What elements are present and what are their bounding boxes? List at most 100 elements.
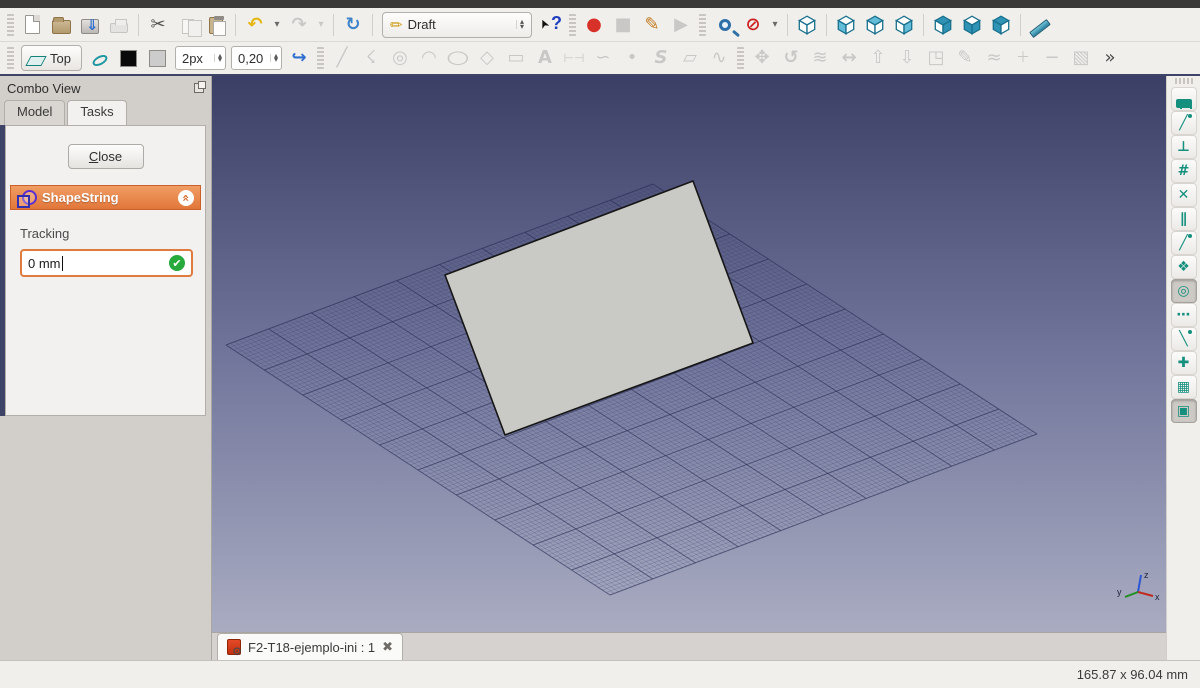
toolbar-separator [372,14,373,36]
spinner-arrows[interactable]: ▴▾ [214,54,225,63]
workbench-selector[interactable]: ✏Draft▴▾ [382,12,532,38]
toolbar-grip [7,47,14,69]
macro-record-icon[interactable]: ● [580,11,608,39]
toolbar-grip [1175,78,1193,84]
line-color-swatch[interactable] [115,44,143,72]
draft-move-icon: ✥ [748,44,776,72]
draft-wire-icon: ☇ [357,44,385,72]
print-icon [105,11,133,39]
cut-icon[interactable]: ✂ [144,11,172,39]
svg-text:x: x [1155,592,1160,602]
document-tab[interactable]: F2-T18-ejemplo-ini : 1 ✖ [217,633,403,660]
paste-icon[interactable] [202,11,230,39]
draft-ellipse-icon: ○ [444,44,472,72]
combo-view-title: Combo View [7,81,80,96]
draft-circle-icon: ◎ [386,44,414,72]
draft-trimex-icon: ↔ [835,44,863,72]
global-scale-spinner[interactable]: 0,20 ▴▾ [231,46,282,70]
snap-perpendicular-icon[interactable]: ⊥ [1171,135,1197,159]
macro-stop-icon: ■ [609,11,637,39]
view-top-icon[interactable] [861,11,889,39]
combo-arrows[interactable]: ▴▾ [516,20,527,29]
3d-viewport[interactable]: zxy [212,76,1166,632]
toolbar-separator [138,14,139,36]
global-scale-spinner-value: 0,20 [238,51,266,66]
shapestring-task-title: ShapeString [42,190,171,205]
snap-center-icon[interactable]: ◎ [1171,279,1197,303]
draw-style-icon[interactable]: ⊘ [739,11,767,39]
working-plane-icon [25,56,46,66]
close-button[interactable]: Close [68,144,144,169]
view-rear-icon[interactable] [929,11,957,39]
draft-polygon-icon: ◇ [473,44,501,72]
face-color-swatch[interactable] [144,44,172,72]
toolbar-grip [7,14,14,36]
redo-icon: ↷ [285,11,313,39]
task-panel: Close ShapeString « Tracking 0 mm ✔ [5,125,206,416]
draw-style-dropdown-icon[interactable]: ▾ [768,11,782,39]
snap-endpoint-icon[interactable]: ╱ [1171,111,1197,135]
toolbar-separator [235,14,236,36]
tracking-value: 0 mm [28,256,61,271]
fit-all-icon[interactable] [710,11,738,39]
autogroup-icon[interactable]: ↪ [285,44,313,72]
undo-icon[interactable]: ↶ [241,11,269,39]
snap-midpoint-icon[interactable]: ╱ [1171,231,1197,255]
view-front-icon[interactable] [832,11,860,39]
snap-parallel-icon[interactable]: ∥ [1171,207,1197,231]
construction-mode-icon[interactable] [86,44,114,72]
spinner-arrows[interactable]: ▴▾ [270,54,281,63]
snap-extension-icon[interactable]: ▦ [1171,375,1197,399]
draft-shape2dview-icon: ▧ [1067,44,1095,72]
draft-dimension-icon: ⊢⊣ [560,44,588,72]
draft-upgrade-icon: ⇧ [864,44,892,72]
draft-rotate-icon: ↺ [777,44,805,72]
new-file-icon[interactable] [18,11,46,39]
toolbar-overflow-icon[interactable]: » [1096,44,1124,72]
view-left-icon[interactable] [987,11,1015,39]
draft-rectangle-icon: ▭ [502,44,530,72]
open-file-icon[interactable] [47,11,75,39]
toolbar-separator [826,14,827,36]
measure-distance-icon[interactable] [1026,11,1054,39]
collapse-task-icon[interactable]: « [178,190,194,206]
view-axonometric-icon[interactable] [793,11,821,39]
snap-lock-icon[interactable] [1171,87,1197,111]
draft-facebinder-icon: ▱ [676,44,704,72]
line-width-spinner-value: 2px [182,51,210,66]
snap-dimensions-icon[interactable]: ⋯ [1171,303,1197,327]
undo-dropdown-icon[interactable]: ▾ [270,11,284,39]
view-right-icon[interactable] [890,11,918,39]
redo-dropdown-icon: ▾ [314,11,328,39]
copy-icon [173,11,201,39]
line-width-spinner[interactable]: 2px ▴▾ [175,46,226,70]
snap-near-icon[interactable]: ╲ [1171,327,1197,351]
snap-working-plane-icon[interactable]: ▣ [1171,399,1197,423]
tab-model[interactable]: Model [4,100,65,125]
document-tab-close-icon[interactable]: ✖ [382,640,393,655]
refresh-icon[interactable]: ↻ [339,11,367,39]
save-icon[interactable] [76,11,104,39]
shapestring-task-header: ShapeString « [10,185,201,210]
toolbar-grip [737,47,744,69]
toolbar-grip [317,47,324,69]
snap-ortho-icon[interactable]: ✚ [1171,351,1197,375]
draft-text-icon: A [531,44,559,72]
tab-tasks[interactable]: Tasks [67,100,126,125]
working-plane-button[interactable]: Top [21,45,82,71]
draft-workbench-icon: ✏ [390,16,403,34]
svg-text:y: y [1117,587,1122,597]
toolbar-separator [923,14,924,36]
draft-join-icon: ≈ [980,44,1008,72]
draft-shapestring-icon: S [647,44,675,72]
snap-special-icon[interactable]: ❖ [1171,255,1197,279]
view-bottom-icon[interactable] [958,11,986,39]
snap-intersection-icon[interactable]: ✕ [1171,183,1197,207]
whats-this-icon[interactable] [537,11,565,39]
status-bar: 165.87 x 96.04 mm [0,660,1200,688]
dock-float-icon[interactable] [194,83,204,93]
macro-edit-icon[interactable]: ✎ [638,11,666,39]
draft-edit-icon: ✎ [951,44,979,72]
tracking-input[interactable]: 0 mm ✔ [20,249,193,277]
snap-grid-icon[interactable]: # [1171,159,1197,183]
